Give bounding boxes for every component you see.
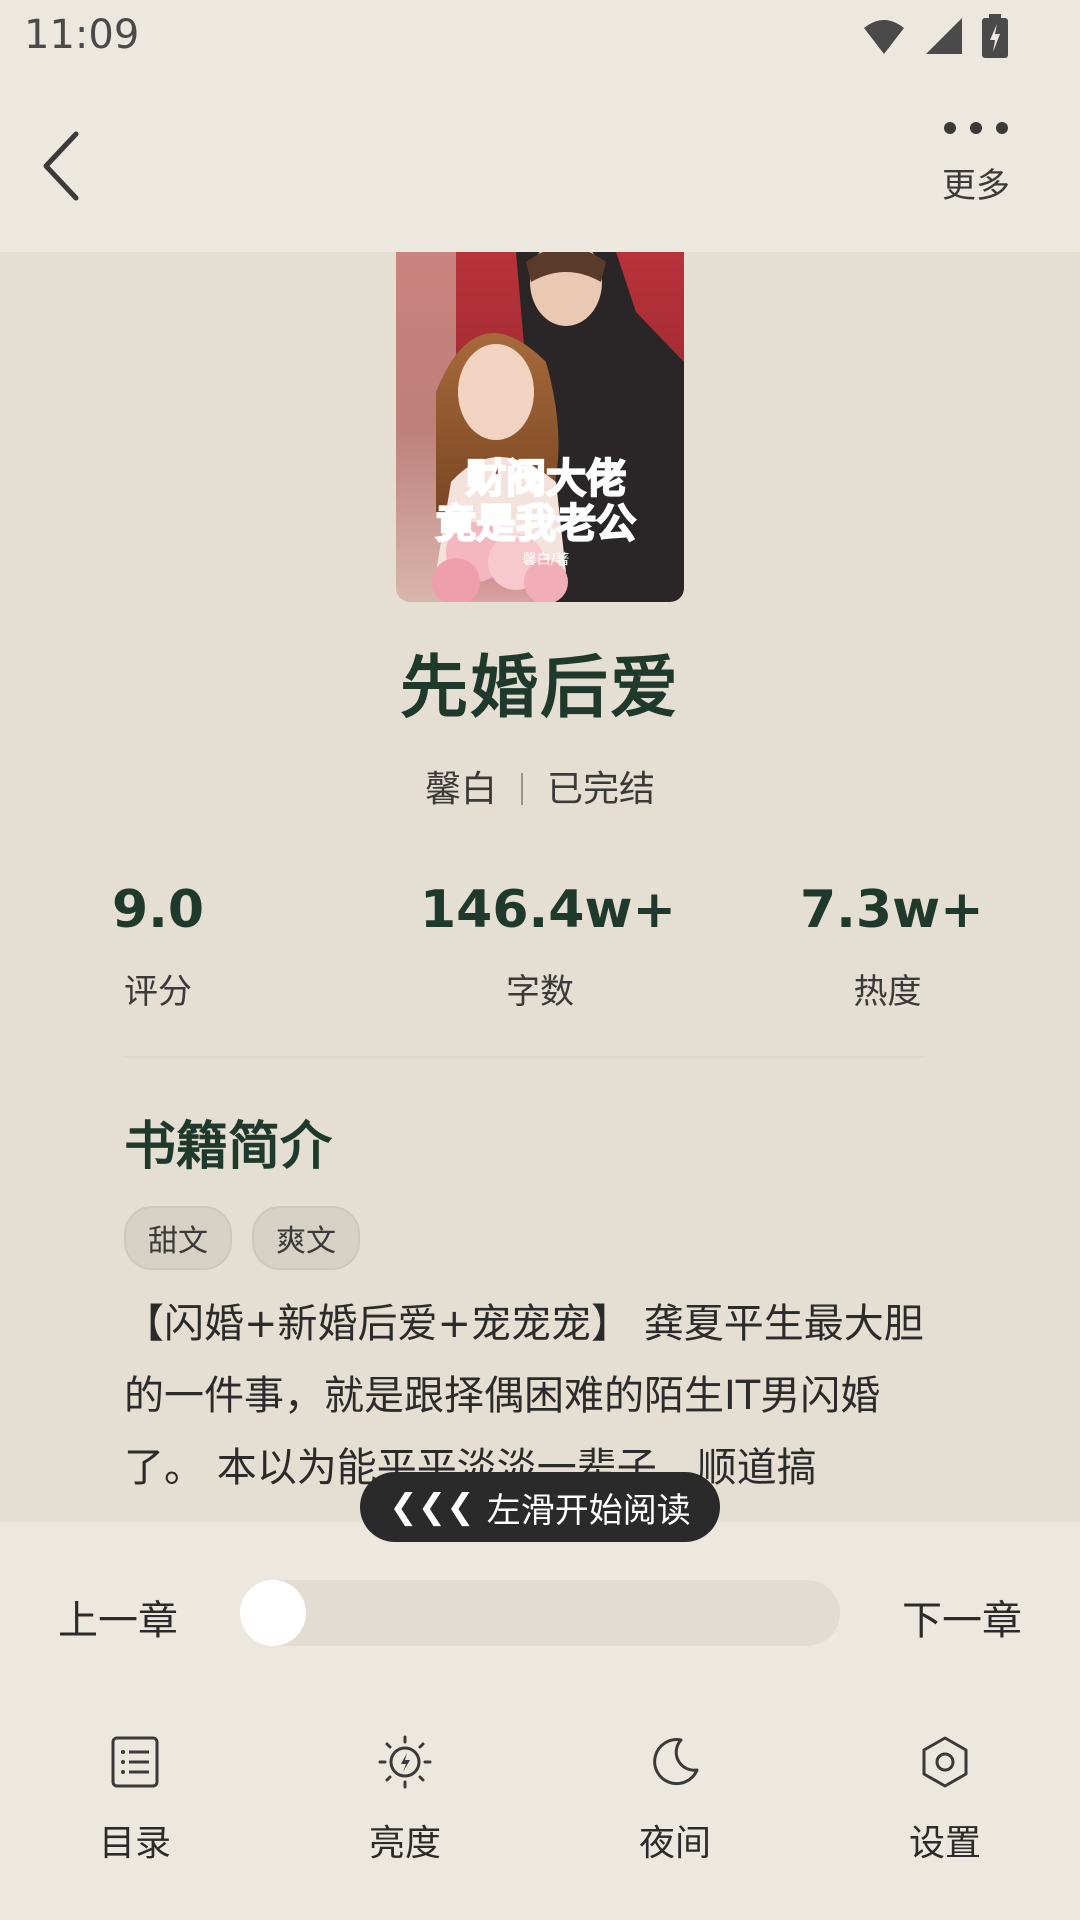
book-detail: 财阀大佬 竟是我老公 馨白/著 先婚后爱 馨白 已完结 9.0 评分 146.4w… bbox=[0, 252, 1080, 1522]
menu-label: 亮度 bbox=[368, 1823, 441, 1864]
moon-icon bbox=[653, 1738, 699, 1786]
prev-chapter-button[interactable]: 上一章 bbox=[58, 1588, 178, 1646]
tag-sweet[interactable]: 甜文 bbox=[124, 1206, 232, 1270]
menu-label: 夜间 bbox=[638, 1823, 711, 1864]
status-bar: 11:09 bbox=[0, 0, 1080, 72]
book-cover[interactable]: 财阀大佬 竟是我老公 馨白/著 bbox=[396, 252, 684, 602]
menu-catalog[interactable]: 目录 bbox=[55, 1734, 215, 1866]
menu-label: 目录 bbox=[98, 1823, 171, 1864]
stat-label: 字数 bbox=[506, 972, 574, 1012]
book-stats: 9.0 评分 146.4w+ 字数 7.3w+ 热度 bbox=[0, 880, 1080, 1020]
tag-list: 甜文 爽文 bbox=[124, 1206, 360, 1270]
stat-value: 9.0 bbox=[111, 880, 205, 940]
divider bbox=[124, 1056, 924, 1058]
cover-title-1: 财阀大佬 bbox=[466, 455, 626, 502]
settings-icon bbox=[922, 1736, 968, 1788]
stat-label: 热度 bbox=[853, 972, 922, 1012]
menu-night[interactable]: 夜间 bbox=[595, 1734, 755, 1866]
more-label: 更多 bbox=[942, 166, 1010, 206]
stat-popularity: 7.3w+ 热度 bbox=[800, 880, 984, 1013]
intro-title: 书籍简介 bbox=[124, 1117, 333, 1177]
battery-icon bbox=[982, 14, 1008, 58]
cover-art: 财阀大佬 竟是我老公 馨白/著 bbox=[396, 252, 684, 602]
chevron-left-icon bbox=[43, 131, 79, 201]
swipe-hint-label: 左滑开始阅读 bbox=[486, 1490, 691, 1531]
more-icon bbox=[916, 122, 1036, 134]
reader-control-panel: 上一章 下一章 目录 亮度 夜间 设置 bbox=[0, 1522, 1080, 1920]
progress-thumb[interactable] bbox=[240, 1580, 306, 1646]
swipe-arrows-icon: ❮❮❮ bbox=[389, 1487, 475, 1527]
menu-label: 设置 bbox=[908, 1823, 981, 1864]
cover-author: 馨白/著 bbox=[523, 552, 570, 568]
swipe-to-read-hint[interactable]: ❮❮❮ 左滑开始阅读 bbox=[360, 1472, 720, 1542]
wifi-icon bbox=[864, 20, 904, 54]
book-author[interactable]: 馨白 bbox=[425, 769, 497, 810]
meta-divider bbox=[521, 773, 523, 805]
stat-value: 146.4w+ bbox=[420, 880, 677, 940]
book-status: 已完结 bbox=[547, 769, 656, 810]
cover-title-2: 竟是我老公 bbox=[436, 500, 636, 547]
list-icon bbox=[111, 1736, 159, 1788]
status-icons bbox=[862, 14, 1008, 58]
book-title: 先婚后爱 bbox=[399, 649, 680, 728]
stat-word-count: 146.4w+ 字数 bbox=[420, 880, 677, 1013]
book-meta: 馨白 已完结 bbox=[0, 760, 1080, 812]
stat-rating: 9.0 评分 bbox=[108, 880, 208, 1013]
top-bar: 更多 bbox=[0, 72, 1080, 252]
back-button[interactable] bbox=[34, 126, 90, 206]
brightness-icon bbox=[378, 1735, 432, 1789]
menu-brightness[interactable]: 亮度 bbox=[325, 1734, 485, 1866]
signal-icon bbox=[926, 18, 962, 54]
chapter-progress-slider[interactable] bbox=[240, 1580, 840, 1646]
next-chapter-button[interactable]: 下一章 bbox=[902, 1588, 1022, 1646]
stat-value: 7.3w+ bbox=[800, 880, 984, 940]
menu-settings[interactable]: 设置 bbox=[865, 1734, 1025, 1866]
stat-label: 评分 bbox=[124, 972, 192, 1012]
status-time: 11:09 bbox=[24, 12, 140, 58]
more-button[interactable]: 更多 bbox=[916, 102, 1036, 222]
tag-satisfying[interactable]: 爽文 bbox=[252, 1206, 360, 1270]
